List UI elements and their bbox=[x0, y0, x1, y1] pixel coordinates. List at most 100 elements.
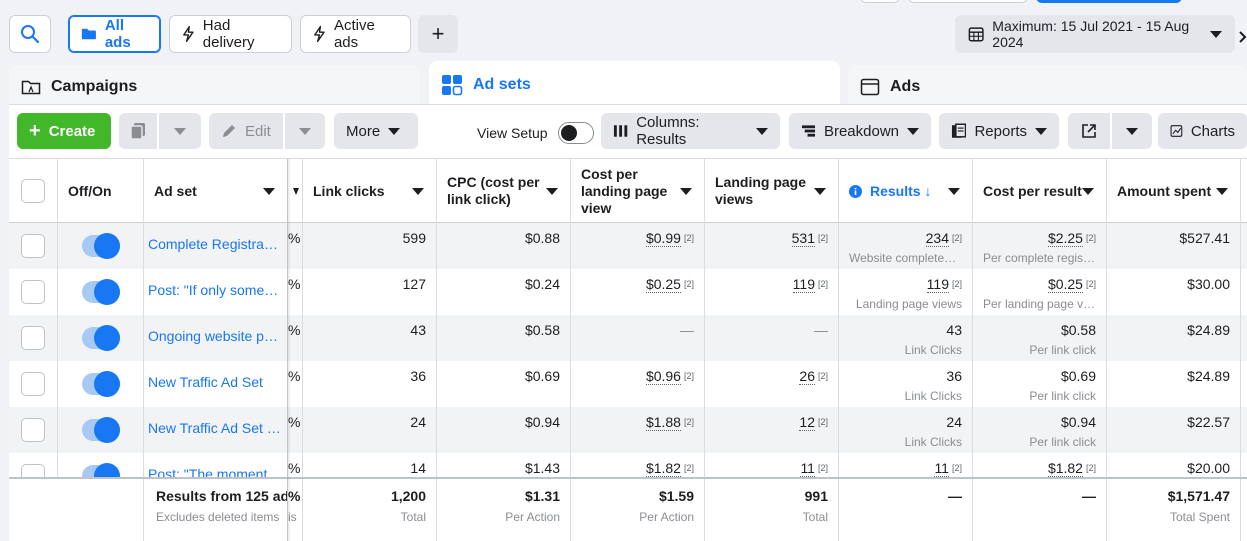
chevron-right-icon[interactable] bbox=[1238, 30, 1247, 46]
select-all-checkbox[interactable] bbox=[21, 179, 45, 203]
cost-per-lpv-cell-value-wrap[interactable]: $1.88 bbox=[645, 414, 681, 431]
search-button[interactable] bbox=[9, 15, 51, 53]
cost-per-result-cell-value-wrap: $0.69 bbox=[1061, 368, 1096, 384]
row-checkbox[interactable] bbox=[21, 280, 45, 304]
filter-had-delivery[interactable]: Had delivery bbox=[169, 15, 292, 53]
filter-active-ads[interactable]: Active ads bbox=[300, 15, 411, 53]
lpv-cell-value-wrap[interactable]: 12 bbox=[799, 414, 815, 431]
ad-set-status-toggle[interactable] bbox=[82, 417, 120, 443]
cpc-cell: $0.69 bbox=[437, 361, 571, 407]
header-ad-set[interactable]: Ad set bbox=[144, 159, 288, 223]
lpv-cell-value-wrap[interactable]: 11 bbox=[800, 460, 815, 477]
ad-set-name-link[interactable]: Post: "If only someone told me" bbox=[148, 282, 281, 298]
link-clicks-cell-value-wrap: 24 bbox=[410, 414, 426, 430]
top-control-stub[interactable] bbox=[860, 0, 900, 3]
lpv-cell-value-wrap[interactable]: 531 bbox=[791, 230, 815, 247]
header-link-clicks[interactable]: Link clicks bbox=[303, 159, 437, 223]
row-checkbox[interactable] bbox=[21, 418, 45, 442]
results-cell-value-wrap[interactable]: 11 bbox=[934, 460, 949, 477]
amount-spent-cell-value: $30.00 bbox=[1187, 276, 1230, 292]
create-button[interactable]: + Create bbox=[17, 113, 111, 149]
chevron-down-icon bbox=[174, 127, 186, 135]
date-range-picker[interactable]: Maximum: 15 Jul 2021 - 15 Aug 2024 bbox=[955, 15, 1235, 53]
select-cell bbox=[9, 315, 58, 361]
select-cell bbox=[9, 223, 58, 269]
cost-per-result-cell-value-wrap[interactable]: $1.82 bbox=[1047, 460, 1083, 477]
cost-per-result-cell-value-wrap[interactable]: $2.25 bbox=[1047, 230, 1083, 247]
cost-per-result-cell-value: $2.25 bbox=[1047, 230, 1083, 246]
results-cell-value-wrap[interactable]: 234 bbox=[925, 230, 949, 247]
ad-set-status-toggle[interactable] bbox=[82, 325, 120, 351]
ad-set-status-toggle[interactable] bbox=[82, 279, 120, 305]
top-control-stub[interactable] bbox=[908, 0, 1028, 3]
cost-per-lpv-cell-value: $0.96 bbox=[645, 368, 681, 384]
ad-set-name-cell: New Traffic Ad Set bbox=[144, 361, 288, 407]
ad-set-name-link[interactable]: Ongoing website promotion bbox=[148, 328, 281, 344]
summary-lpv-sub: Total bbox=[802, 510, 828, 524]
summary-results: — bbox=[839, 479, 973, 541]
reports-button[interactable]: Reports bbox=[939, 113, 1059, 149]
amount-spent-cell-value-wrap: $24.89 bbox=[1187, 368, 1230, 384]
toggle-cell bbox=[58, 361, 144, 407]
cpc-cell-value-wrap: $0.58 bbox=[525, 322, 560, 338]
toggle-knob bbox=[94, 417, 120, 443]
summary-cost-per-result-value: — bbox=[1082, 488, 1096, 504]
header-amount-spent[interactable]: Amount spent bbox=[1107, 159, 1241, 223]
tab-campaigns[interactable]: Campaigns bbox=[9, 65, 420, 109]
lpv-cell-value: — bbox=[814, 322, 828, 338]
lpv-cell-value-wrap[interactable]: 119 bbox=[792, 276, 815, 293]
filter-all-ads[interactable]: All ads bbox=[68, 15, 161, 53]
plus-icon: + bbox=[431, 21, 445, 46]
top-primary-stub[interactable] bbox=[1036, 0, 1182, 3]
cost-per-lpv-cell-value-wrap[interactable]: $0.99 bbox=[645, 230, 681, 247]
header-lpv[interactable]: Landing page views bbox=[705, 159, 839, 223]
duplicate-options-button[interactable] bbox=[159, 113, 201, 149]
cost-per-result-cell: $0.58 Per link click bbox=[973, 315, 1107, 361]
summary-cost-per-lpv-value: $1.59 bbox=[658, 488, 694, 504]
header-results[interactable]: Results ↓ bbox=[839, 159, 973, 223]
cost-per-lpv-cell-value-wrap[interactable]: $0.25 bbox=[645, 276, 681, 293]
summary-cpc: $1.31 Per Action bbox=[437, 479, 571, 541]
row-checkbox[interactable] bbox=[21, 372, 45, 396]
row-checkbox[interactable] bbox=[21, 234, 45, 258]
export-button[interactable] bbox=[1068, 113, 1110, 149]
lpv-cell-footnote: [2] bbox=[817, 417, 828, 427]
export-options-button[interactable] bbox=[1112, 113, 1152, 149]
table-summary-row: Results from 125 ad Excludes deleted ite… bbox=[9, 477, 1247, 541]
cpc-cell-value-wrap: $1.43 bbox=[525, 460, 560, 476]
ad-set-name-link[interactable]: Complete Registration bbox=[148, 236, 281, 252]
ad-set-status-toggle[interactable] bbox=[82, 371, 120, 397]
ad-set-name-link[interactable]: New Traffic Ad Set - Copy bbox=[148, 420, 281, 436]
ad-set-name-link[interactable]: New Traffic Ad Set bbox=[148, 374, 281, 390]
add-filter-button[interactable]: + bbox=[418, 15, 458, 53]
cost-per-lpv-cell-value-wrap[interactable]: $1.82 bbox=[645, 460, 681, 477]
more-button-label: More bbox=[346, 122, 381, 140]
link-clicks-cell-value: 24 bbox=[410, 414, 426, 430]
charts-button[interactable]: Charts bbox=[1158, 113, 1247, 149]
table-row: Complete Registration% 599 $0.88 $0.99 [2] 53… bbox=[9, 223, 1247, 269]
summary-link-clicks-value: 1,200 bbox=[390, 488, 426, 504]
duplicate-button[interactable] bbox=[119, 113, 157, 149]
breakdown-button[interactable]: Breakdown bbox=[789, 113, 931, 149]
cost-per-result-cell-value-wrap: $0.94 bbox=[1061, 414, 1096, 430]
edit-options-button[interactable] bbox=[285, 113, 325, 149]
ad-set-status-toggle[interactable] bbox=[82, 233, 120, 259]
header-cost-per-lpv[interactable]: Cost per landing page view bbox=[571, 159, 705, 223]
lpv-cell-value-wrap[interactable]: 26 bbox=[799, 368, 815, 385]
header-cpc[interactable]: CPC (cost per link click) bbox=[437, 159, 571, 223]
link-clicks-cell-value: 127 bbox=[402, 276, 426, 292]
link-clicks-cell: 43 bbox=[303, 315, 437, 361]
header-cost-per-result[interactable]: Cost per result bbox=[973, 159, 1107, 223]
cost-per-lpv-cell-value-wrap[interactable]: $0.96 bbox=[645, 368, 681, 385]
more-button[interactable]: More bbox=[334, 113, 418, 149]
link-clicks-cell-value-wrap: 43 bbox=[410, 322, 426, 338]
tab-ad-sets[interactable]: Ad sets bbox=[429, 61, 840, 109]
view-setup-toggle[interactable] bbox=[557, 122, 594, 144]
row-checkbox[interactable] bbox=[21, 326, 45, 350]
results-cell-value-wrap[interactable]: 119 bbox=[926, 276, 949, 293]
cost-per-result-cell-value-wrap[interactable]: $0.25 bbox=[1047, 276, 1083, 293]
tab-ads[interactable]: Ads bbox=[848, 65, 1247, 109]
columns-button[interactable]: Columns: Results bbox=[601, 113, 780, 149]
header-off-on[interactable]: Off/On bbox=[58, 159, 144, 223]
edit-button[interactable]: Edit bbox=[209, 113, 283, 149]
